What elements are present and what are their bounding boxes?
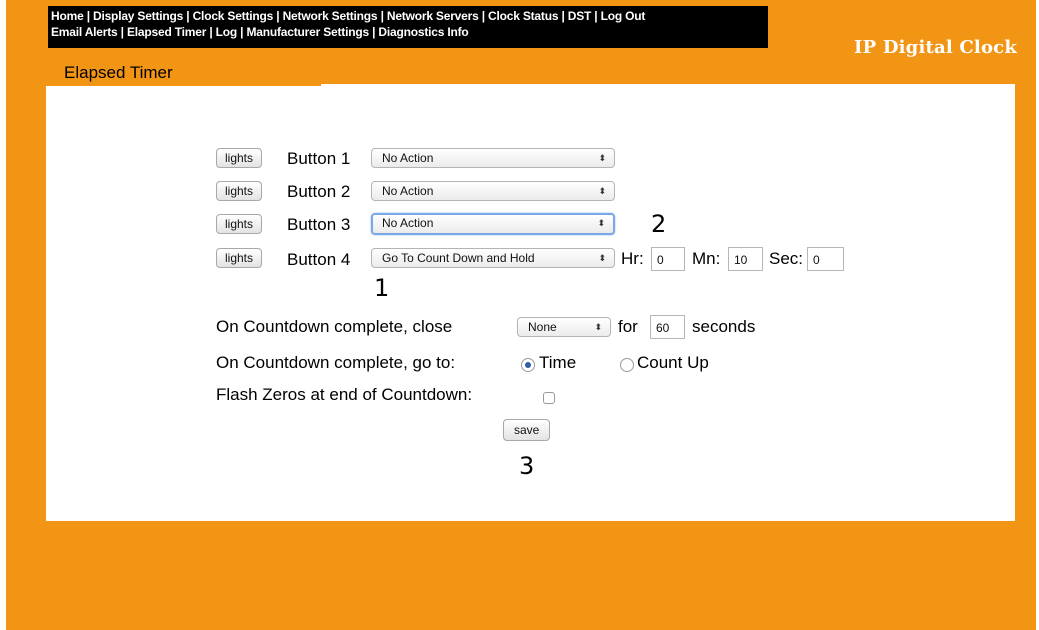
button-1-label: Button 1 (287, 149, 351, 168)
nav-dst[interactable]: DST (568, 9, 592, 23)
nav-diagnostics-info[interactable]: Diagnostics Info (378, 25, 468, 39)
nav-network-servers[interactable]: Network Servers (387, 9, 479, 23)
nav-row-1: Home | Display Settings | Clock Settings… (51, 8, 768, 24)
save-button[interactable]: save (503, 419, 551, 441)
flash-zeros-checkbox[interactable] (543, 392, 555, 404)
nav-log[interactable]: Log (216, 25, 238, 39)
button-4-action-select[interactable]: Go To Count Down and Hold ⬍ (371, 248, 615, 268)
nav-manufacturer-settings[interactable]: Manufacturer Settings (246, 25, 369, 39)
goto-row-label: On Countdown complete, go to: (216, 353, 456, 372)
close-seconds-input[interactable]: 60 (650, 315, 685, 339)
updown-arrow-icon: ⬍ (597, 218, 605, 228)
button-4-action-value: Go To Count Down and Hold (382, 251, 535, 265)
hours-input[interactable]: 0 (651, 247, 685, 271)
button-3-action-value: No Action (382, 216, 434, 230)
seconds-input[interactable]: 0 (807, 247, 844, 271)
nav-clock-status[interactable]: Clock Status (488, 9, 558, 23)
nav-row-2: Email Alerts | Elapsed Timer | Log | Man… (51, 24, 768, 40)
button-2-action-value: No Action (382, 184, 434, 198)
nav-clock-settings[interactable]: Clock Settings (193, 9, 274, 23)
button-3-action-select[interactable]: No Action ⬍ (371, 213, 615, 235)
button-4-label: Button 4 (287, 250, 351, 269)
lights-button-3[interactable]: lights (216, 214, 263, 234)
hours-label: Hr: (621, 249, 644, 268)
page-title: Elapsed Timer (64, 63, 173, 82)
nav-network-settings[interactable]: Network Settings (283, 9, 378, 23)
top-nav: Home | Display Settings | Clock Settings… (48, 6, 768, 48)
marker-3: 3 (519, 452, 535, 480)
close-select-value: None (528, 320, 557, 334)
nav-log-out[interactable]: Log Out (601, 9, 646, 23)
marker-1: 1 (374, 274, 390, 302)
brand-title: IP Digital Clock (854, 37, 1017, 58)
updown-arrow-icon: ⬍ (594, 322, 602, 332)
button-3-label: Button 3 (287, 215, 351, 234)
nav-home[interactable]: Home (51, 9, 84, 23)
flash-row-label: Flash Zeros at end of Countdown: (216, 385, 473, 404)
lights-button-2[interactable]: lights (216, 181, 263, 201)
for-label: for (618, 317, 638, 336)
goto-countup-radio[interactable] (620, 358, 634, 372)
nav-email-alerts[interactable]: Email Alerts (51, 25, 118, 39)
close-select[interactable]: None ⬍ (517, 317, 611, 337)
button-2-label: Button 2 (287, 182, 351, 201)
button-2-action-select[interactable]: No Action ⬍ (371, 181, 615, 201)
goto-countup-label: Count Up (637, 353, 709, 372)
seconds-unit-label: seconds (692, 317, 756, 336)
seconds-label: Sec: (769, 249, 804, 268)
nav-elapsed-timer[interactable]: Elapsed Timer (127, 25, 206, 39)
updown-arrow-icon: ⬍ (598, 253, 606, 263)
lights-button-4[interactable]: lights (216, 248, 263, 268)
minutes-input[interactable]: 10 (728, 247, 763, 271)
lights-button-1[interactable]: lights (216, 148, 263, 168)
button-1-action-value: No Action (382, 151, 434, 165)
minutes-label: Mn: (692, 249, 721, 268)
goto-time-label: Time (539, 353, 577, 372)
close-row-label: On Countdown complete, close (216, 317, 453, 336)
nav-display-settings[interactable]: Display Settings (93, 9, 183, 23)
updown-arrow-icon: ⬍ (598, 186, 606, 196)
marker-2: 2 (651, 210, 667, 238)
goto-time-radio[interactable] (521, 358, 535, 372)
updown-arrow-icon: ⬍ (598, 153, 606, 163)
button-1-action-select[interactable]: No Action ⬍ (371, 148, 615, 168)
